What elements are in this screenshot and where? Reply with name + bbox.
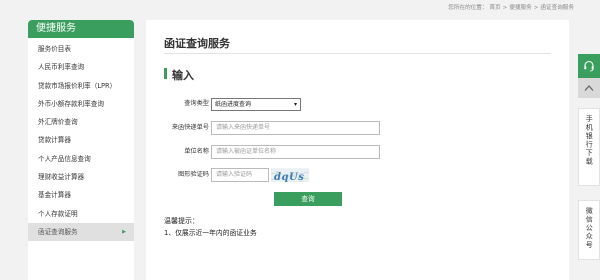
float-toolbar bbox=[578, 54, 600, 98]
unit-name-input[interactable]: 请输入被函证单位名称 bbox=[211, 145, 380, 159]
sidebar-item-fx-deposit-rate[interactable]: 外币小额存款利率查询 bbox=[28, 95, 134, 113]
captcha-text: dqUs bbox=[274, 172, 304, 182]
sidebar-item-rmb-rate[interactable]: 人民币利率查询 bbox=[28, 58, 134, 76]
breadcrumb-separator: > bbox=[502, 5, 508, 11]
sidebar-item-confirmation-query[interactable]: 函证查询服务 ▶ bbox=[28, 222, 134, 242]
page-title: 函证查询服务 bbox=[164, 37, 230, 50]
captcha-input[interactable]: 请输入验证码 bbox=[211, 168, 269, 182]
unit-name-label: 单位名称 bbox=[184, 148, 209, 155]
sidebar: 便捷服务 服务价目表 人民币利率查询 贷款市场报价利率（LPR） 外币小额存款利… bbox=[28, 20, 134, 280]
breadcrumb-separator: > bbox=[533, 5, 539, 11]
query-button[interactable]: 查询 bbox=[274, 192, 342, 206]
section-title: 输入 bbox=[172, 69, 194, 82]
title-divider bbox=[164, 53, 551, 54]
breadcrumb-prefix: 您所在的位置： bbox=[448, 5, 488, 11]
customer-service-button[interactable] bbox=[578, 54, 600, 78]
sidebar-item-label: 函证查询服务 bbox=[38, 227, 78, 236]
sidebar-item-deposit-certificate[interactable]: 个人存款证明 bbox=[28, 205, 134, 223]
back-to-top-button[interactable] bbox=[578, 78, 600, 98]
tracking-no-input[interactable]: 请输入来函快递单号 bbox=[211, 121, 380, 135]
query-type-select[interactable]: 纸函进度查询 ▾ bbox=[211, 98, 301, 111]
sidebar-item-fund-calculator[interactable]: 基金计算器 bbox=[28, 186, 134, 204]
query-type-value: 纸函进度查询 bbox=[215, 101, 252, 108]
breadcrumb-item-current: 函证查询服务 bbox=[540, 5, 574, 11]
chevron-down-icon: ▾ bbox=[293, 101, 297, 108]
captcha-label: 图形验证码 bbox=[178, 171, 209, 178]
sidebar-menu: 服务价目表 人民币利率查询 贷款市场报价利率（LPR） 外币小额存款利率查询 外… bbox=[28, 38, 134, 242]
query-type-label: 查询类型 bbox=[184, 100, 209, 107]
breadcrumb: 您所在的位置： 首页 > 便捷服务 > 函证查询服务 bbox=[448, 3, 576, 11]
sidebar-item-loan-calculator[interactable]: 贷款计算器 bbox=[28, 131, 134, 149]
sidebar-item-product-info[interactable]: 个人产品信息查询 bbox=[28, 150, 134, 168]
wechat-account-button[interactable]: 微信公众号 bbox=[578, 200, 600, 260]
mobile-bank-download-button[interactable]: 手机银行下载 bbox=[578, 108, 600, 186]
sidebar-item-lpr[interactable]: 贷款市场报价利率（LPR） bbox=[28, 77, 134, 95]
wechat-account-label: 微信公众号 bbox=[585, 207, 594, 250]
breadcrumb-item-services[interactable]: 便捷服务 bbox=[509, 5, 531, 11]
main-panel: 函证查询服务 输入 查询类型 纸函进度查询 ▾ 来函快递单号 请输入来函快递单号… bbox=[146, 20, 569, 280]
chevron-up-icon bbox=[584, 85, 594, 91]
headset-icon bbox=[584, 60, 594, 72]
captcha-noise: dqUs bbox=[271, 169, 309, 182]
sidebar-item-price-list[interactable]: 服务价目表 bbox=[28, 40, 134, 58]
tips-title: 温馨提示： bbox=[164, 217, 199, 225]
breadcrumb-item-home[interactable]: 首页 bbox=[489, 5, 500, 11]
sidebar-title: 便捷服务 bbox=[28, 20, 134, 38]
sidebar-item-wealth-calculator[interactable]: 理财收益计算器 bbox=[28, 168, 134, 186]
tracking-no-label: 来函快递单号 bbox=[171, 124, 209, 131]
chevron-right-icon: ▶ bbox=[122, 228, 126, 235]
captcha-image[interactable]: dqUs bbox=[271, 168, 309, 182]
mobile-bank-download-label: 手机银行下载 bbox=[585, 115, 594, 166]
section-marker bbox=[164, 68, 167, 79]
tips-line: 1、仅展示近一年内的函证业务 bbox=[164, 229, 257, 237]
sidebar-item-fx-quote[interactable]: 外汇牌价查询 bbox=[28, 113, 134, 131]
